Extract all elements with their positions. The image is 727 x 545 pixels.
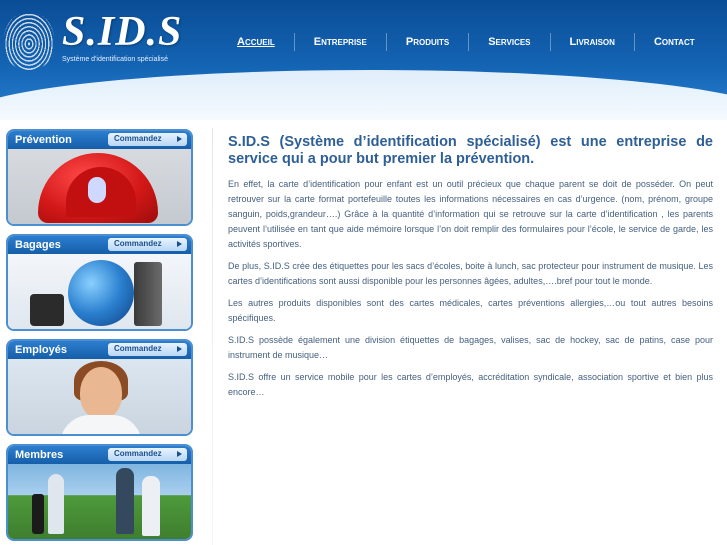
golfer-shape [116,468,134,534]
card-header: Employés Commandez [8,341,191,359]
commandez-label: Commandez [114,344,162,353]
commandez-label: Commandez [114,239,162,248]
paragraph: S.ID.S offre un service mobile pour les … [228,372,713,397]
card-membres[interactable]: Membres Commandez [6,444,193,541]
globe-luggage-image[interactable] [8,254,191,329]
card-header: Prévention Commandez [8,131,191,149]
nav-accueil[interactable]: Accueil [218,36,294,48]
paragraph: En effet, la carte d’identification pour… [228,179,713,249]
card-bagages[interactable]: Bagages Commandez [6,234,193,331]
site-header: S.ID.S Système d'identification spéciali… [0,0,727,120]
card-prevention[interactable]: Prévention Commandez [6,129,193,226]
card-title: Employés [15,344,67,356]
card-header: Membres Commandez [8,446,191,464]
nav-livraison[interactable]: Livraison [551,36,634,48]
paragraph: De plus, S.ID.S crée des étiquettes pour… [228,261,713,286]
nav-services[interactable]: Services [469,36,549,48]
arrow-right-icon [177,241,182,247]
main-content: S.ID.S (Système d’identification spécial… [228,134,713,407]
commandez-button[interactable]: Commandez [108,133,187,146]
logo-text[interactable]: S.ID.S [62,8,182,56]
smiling-employee-image[interactable] [8,359,191,434]
globe-shape [68,260,134,326]
golfer-shape [142,476,160,536]
page-title: S.ID.S (Système d’identification spécial… [228,134,713,167]
main-navigation: Accueil Entreprise Produits Services Liv… [218,33,714,51]
arrow-right-icon [177,451,182,457]
commandez-button[interactable]: Commandez [108,238,187,251]
card-employes[interactable]: Employés Commandez [6,339,193,436]
header-wave [0,70,727,120]
nav-produits[interactable]: Produits [387,36,468,48]
fingerprint-logo-icon[interactable] [4,12,54,70]
nav-contact[interactable]: Contact [635,36,714,48]
bag-shape [30,294,64,326]
card-title: Prévention [15,134,72,146]
logo-subtitle: Système d'identification spécialisé [62,56,169,63]
commandez-button[interactable]: Commandez [108,343,187,356]
playground-slide-image[interactable] [8,149,191,224]
commandez-label: Commandez [114,449,162,458]
arrow-right-icon [177,136,182,142]
golfer-shape [48,474,64,534]
card-header: Bagages Commandez [8,236,191,254]
paragraph: S.ID.S possède également une division ét… [228,335,713,360]
arrow-right-icon [177,346,182,352]
toy-shape [88,177,106,203]
golf-bag-shape [32,494,44,534]
commandez-label: Commandez [114,134,162,143]
commandez-button[interactable]: Commandez [108,448,187,461]
card-title: Bagages [15,239,61,251]
paragraph: Les autres produits disponibles sont des… [228,298,713,323]
suitcase-shape [134,262,162,326]
card-title: Membres [15,449,64,461]
nav-entreprise[interactable]: Entreprise [295,36,386,48]
column-divider [212,128,213,545]
body-shape [60,415,142,434]
face-shape [80,367,122,419]
golfers-image[interactable] [8,464,191,539]
